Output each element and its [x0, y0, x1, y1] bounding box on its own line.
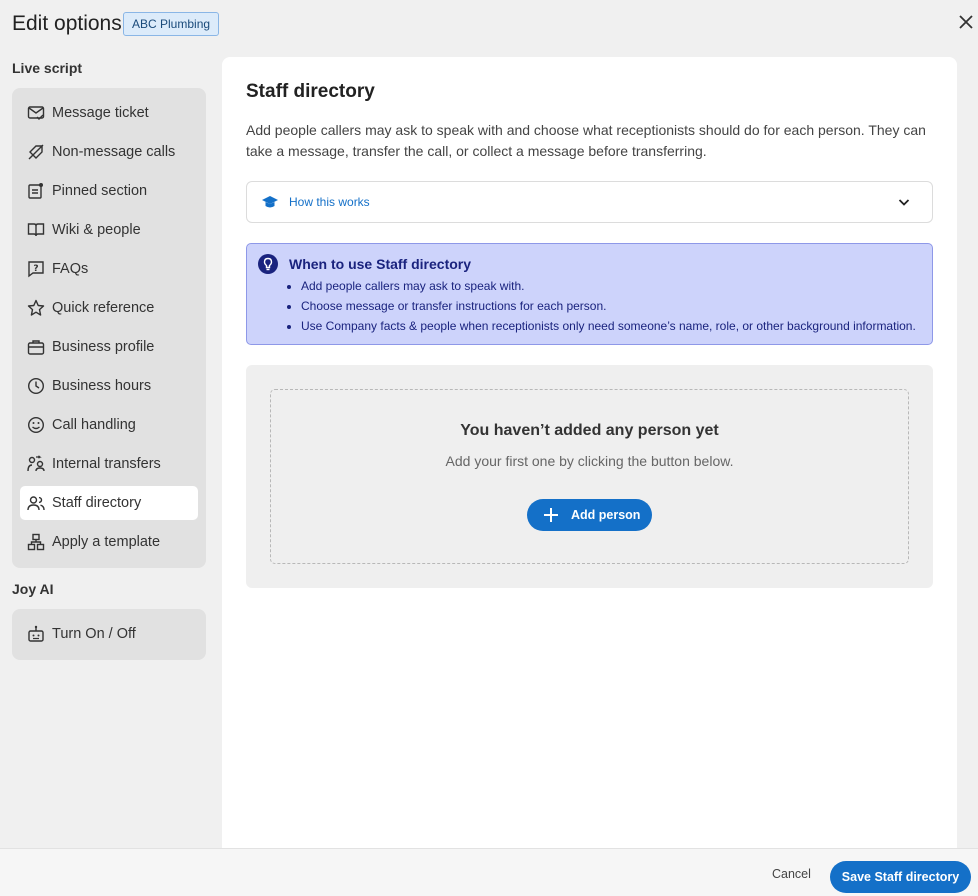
- live-script-nav: Message ticket Non-message calls Pinned …: [12, 88, 206, 568]
- star-icon: [26, 298, 46, 318]
- sidebar-item-faqs[interactable]: ? FAQs: [20, 252, 198, 286]
- info-bullet: Add people callers may ask to speak with…: [301, 279, 916, 299]
- sidebar-item-message-ticket[interactable]: Message ticket: [20, 96, 198, 130]
- message-ticket-icon: [26, 103, 46, 123]
- joy-ai-nav: Turn On / Off: [12, 609, 206, 660]
- footer: Cancel Save Staff directory: [0, 848, 978, 896]
- sidebar-item-pinned-section[interactable]: Pinned section: [20, 174, 198, 208]
- empty-state-container: You haven’t added any person yet Add you…: [246, 365, 933, 588]
- sidebar-item-staff-directory[interactable]: Staff directory: [20, 486, 198, 520]
- main-panel: Staff directory Add people callers may a…: [222, 57, 957, 848]
- empty-state: You haven’t added any person yet Add you…: [270, 389, 909, 564]
- sidebar-item-business-hours[interactable]: Business hours: [20, 369, 198, 403]
- info-bullet: Use Company facts & people when receptio…: [301, 319, 916, 339]
- people-icon: [26, 493, 46, 513]
- info-callout: When to use Staff directory Add people c…: [246, 243, 933, 345]
- how-this-works-accordion[interactable]: How this works: [246, 181, 933, 223]
- pinned-note-icon: [26, 181, 46, 201]
- sidebar-item-quick-reference[interactable]: Quick reference: [20, 291, 198, 325]
- clock-icon: [26, 376, 46, 396]
- page-title: Edit options: [12, 12, 122, 35]
- section-description: Add people callers may ask to speak with…: [246, 122, 926, 159]
- sidebar-item-internal-transfers[interactable]: Internal transfers: [20, 447, 198, 481]
- graduation-cap-icon: [261, 193, 279, 216]
- header: Edit options ABC Plumbing: [0, 0, 978, 48]
- joy-ai-label: Joy AI: [12, 581, 54, 597]
- cancel-button[interactable]: Cancel: [772, 867, 811, 881]
- sidebar-item-business-profile[interactable]: Business profile: [20, 330, 198, 364]
- how-this-works-label: How this works: [289, 195, 370, 209]
- briefcase-icon: [26, 337, 46, 357]
- svg-text:?: ?: [33, 264, 38, 274]
- smile-icon: [26, 415, 46, 435]
- live-script-label: Live script: [12, 60, 83, 76]
- info-heading: When to use Staff directory: [289, 256, 472, 272]
- question-icon: ?: [26, 259, 46, 279]
- close-icon[interactable]: [956, 12, 976, 32]
- sidebar-item-apply-template[interactable]: Apply a template: [20, 525, 198, 559]
- book-icon: [26, 220, 46, 240]
- crossed-tag-icon: [26, 142, 46, 162]
- add-person-label: Add person: [571, 508, 641, 522]
- sidebar-item-call-handling[interactable]: Call handling: [20, 408, 198, 442]
- template-icon: [26, 532, 46, 552]
- business-badge: ABC Plumbing: [123, 12, 220, 36]
- info-bullets: Add people callers may ask to speak with…: [301, 279, 916, 339]
- empty-state-title: You haven’t added any person yet: [460, 422, 719, 439]
- transfer-people-icon: [26, 454, 46, 474]
- add-person-button[interactable]: Add person: [527, 499, 652, 531]
- robot-icon: [26, 624, 46, 644]
- sidebar-item-turn-on-off[interactable]: Turn On / Off: [20, 617, 198, 651]
- plus-icon: [543, 507, 559, 523]
- empty-state-subtitle: Add your first one by clicking the butto…: [445, 453, 734, 469]
- chevron-down-icon: [896, 194, 912, 215]
- sidebar-item-non-message-calls[interactable]: Non-message calls: [20, 135, 198, 169]
- section-title: Staff directory: [246, 81, 375, 102]
- sidebar-item-wiki-people[interactable]: Wiki & people: [20, 213, 198, 247]
- info-bullet: Choose message or transfer instructions …: [301, 299, 916, 319]
- save-button[interactable]: Save Staff directory: [830, 861, 971, 893]
- lightbulb-icon: [258, 254, 278, 279]
